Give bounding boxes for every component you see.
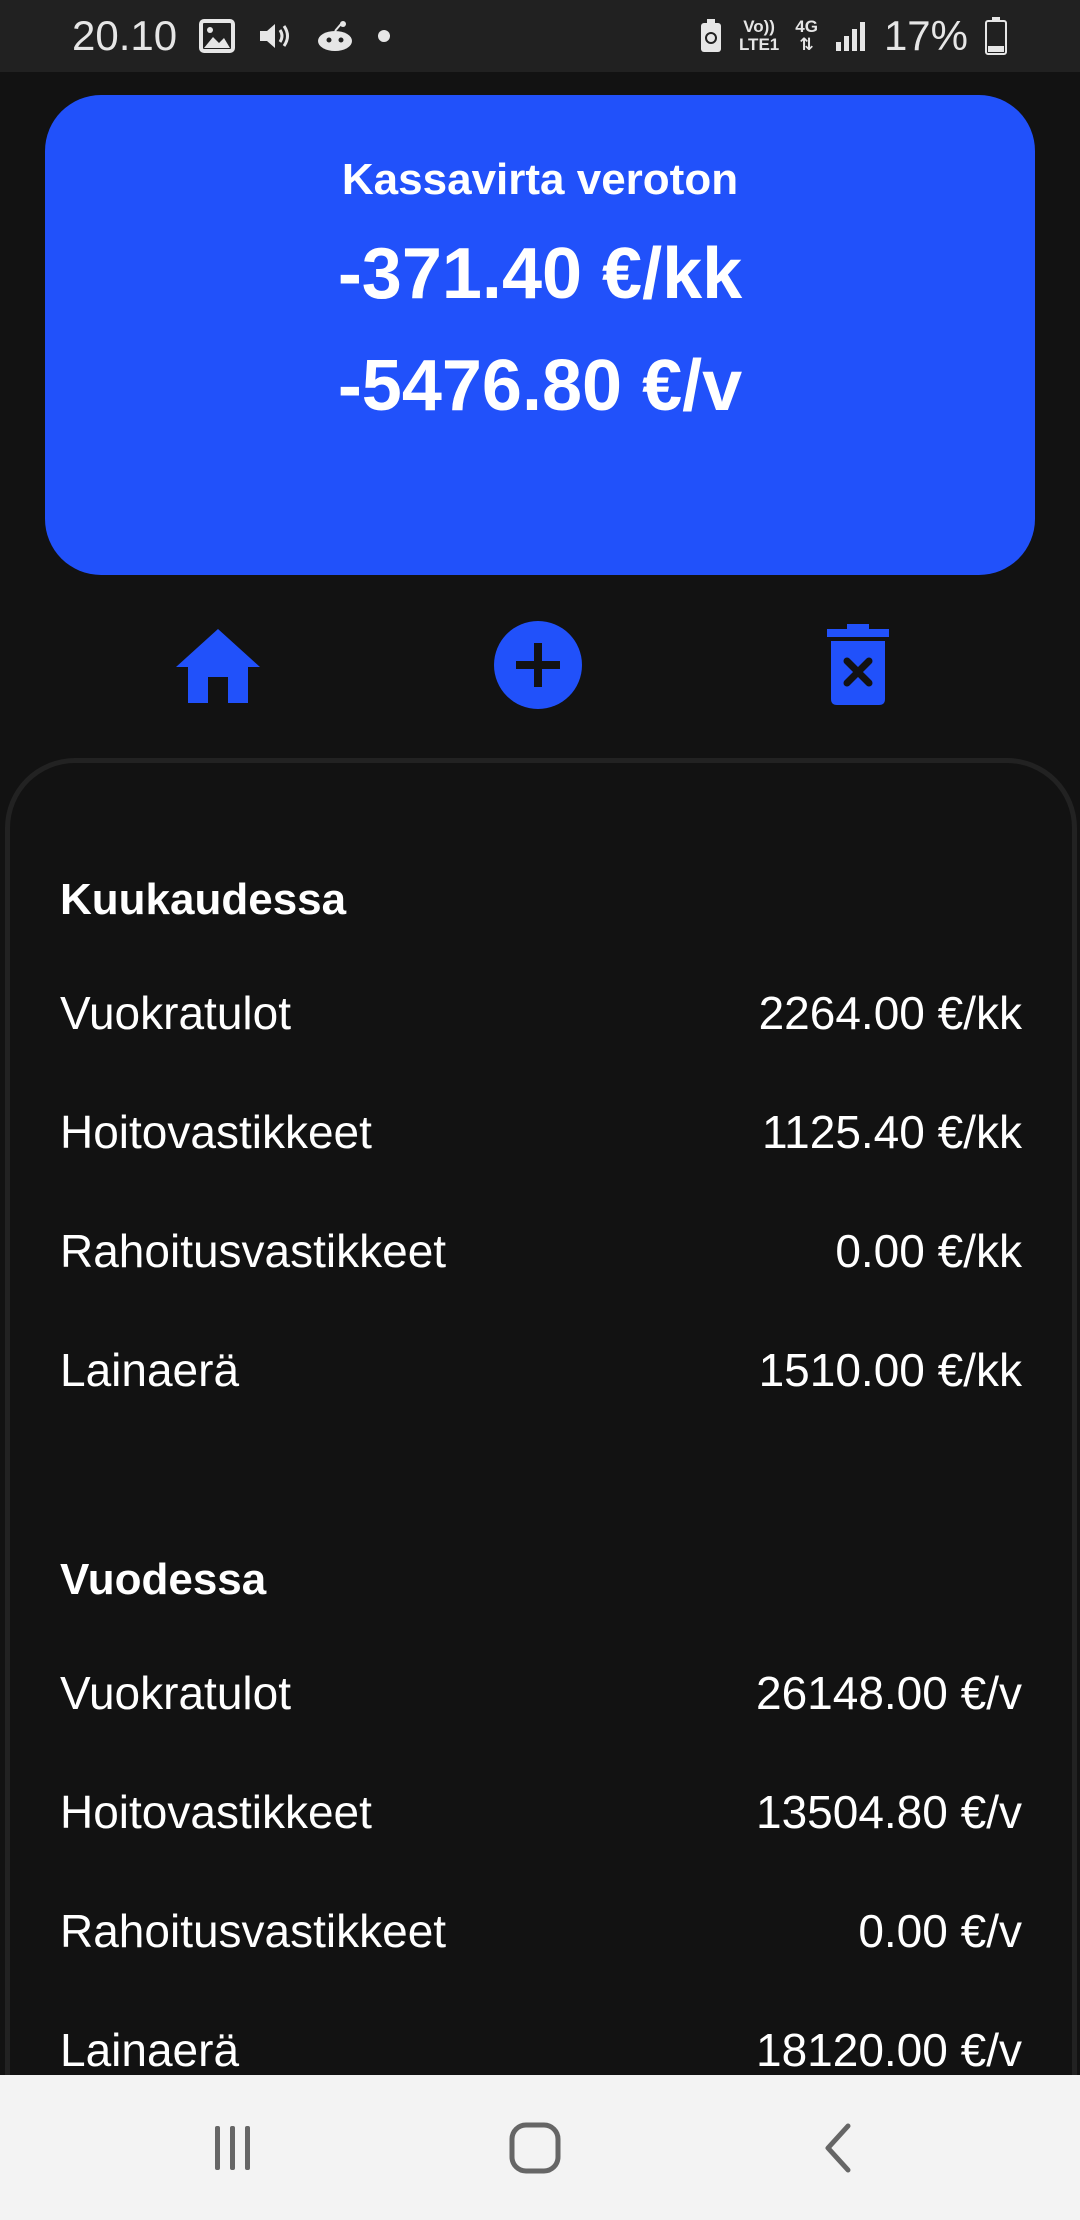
home-button-icon bbox=[509, 2122, 561, 2173]
battery-percent: 17% bbox=[883, 12, 968, 59]
row-value: 0.00 €/v bbox=[858, 1905, 1022, 1957]
yearly-row: Rahoitusvastikkeet 0.00 €/v bbox=[60, 1901, 1022, 1961]
delete-button[interactable] bbox=[803, 610, 913, 720]
system-home-button[interactable] bbox=[435, 2075, 635, 2220]
recent-apps-button[interactable] bbox=[133, 2075, 333, 2220]
summary-title: Kassavirta veroton bbox=[341, 155, 739, 204]
cashflow-summary-card: Kassavirta veroton -371.40 €/kk -5476.80… bbox=[45, 95, 1035, 575]
network-type-label: 4G bbox=[795, 17, 818, 36]
clock: 20.10 bbox=[72, 12, 178, 59]
delete-icon bbox=[827, 624, 889, 705]
network-type-indicator: 4G ⇅ bbox=[795, 17, 818, 54]
yearly-row: Lainaerä 18120.00 €/v bbox=[60, 2020, 1022, 2080]
status-bar: 20.10 Vo)) LTE1 4G ⇅ 17% bbox=[0, 0, 1080, 72]
yearly-heading: Vuodessa bbox=[60, 1555, 267, 1604]
row-value: 26148.00 €/v bbox=[755, 1667, 1022, 1719]
row-value: 13504.80 €/v bbox=[755, 1786, 1022, 1838]
back-button[interactable] bbox=[738, 2075, 938, 2220]
row-label: Vuokratulot bbox=[60, 987, 291, 1039]
volte-label: Vo)) bbox=[743, 17, 775, 36]
home-button[interactable] bbox=[163, 610, 273, 720]
row-label: Vuokratulot bbox=[60, 1667, 291, 1719]
home-icon bbox=[176, 629, 260, 703]
back-icon bbox=[825, 2123, 851, 2172]
details-panel: Kuukaudessa Vuokratulot 2264.00 €/kk Hoi… bbox=[5, 758, 1077, 2158]
battery-icon bbox=[984, 16, 1008, 56]
row-value: 18120.00 €/v bbox=[755, 2024, 1022, 2076]
action-bar bbox=[0, 610, 1080, 720]
volte-indicator: Vo)) LTE1 bbox=[739, 18, 779, 54]
status-left: 20.10 bbox=[72, 12, 391, 60]
add-circle-icon bbox=[494, 621, 582, 709]
monthly-row: Hoitovastikkeet 1125.40 €/kk bbox=[60, 1102, 1022, 1162]
row-value: 1510.00 €/kk bbox=[758, 1344, 1022, 1396]
monthly-row: Rahoitusvastikkeet 0.00 €/kk bbox=[60, 1221, 1022, 1281]
recent-apps-icon bbox=[215, 2125, 250, 2170]
notification-dot-icon bbox=[377, 29, 391, 43]
monthly-row: Lainaerä 1510.00 €/kk bbox=[60, 1340, 1022, 1400]
signal-icon bbox=[834, 20, 868, 52]
monthly-cashflow: -371.40 €/kk bbox=[337, 234, 743, 314]
row-label: Rahoitusvastikkeet bbox=[60, 1905, 447, 1957]
row-label: Lainaerä bbox=[60, 1344, 240, 1396]
add-button[interactable] bbox=[483, 610, 593, 720]
row-label: Rahoitusvastikkeet bbox=[60, 1225, 447, 1277]
system-nav-bar bbox=[0, 2075, 1080, 2220]
row-value: 0.00 €/kk bbox=[835, 1225, 1022, 1277]
status-right: Vo)) LTE1 4G ⇅ 17% bbox=[699, 12, 1008, 60]
row-value: 2264.00 €/kk bbox=[758, 987, 1022, 1039]
row-label: Hoitovastikkeet bbox=[60, 1786, 372, 1838]
image-icon bbox=[199, 19, 236, 53]
monthly-heading: Kuukaudessa bbox=[60, 875, 347, 924]
volume-icon bbox=[257, 19, 293, 53]
row-value: 1125.40 €/kk bbox=[761, 1106, 1022, 1158]
yearly-row: Hoitovastikkeet 13504.80 €/v bbox=[60, 1782, 1022, 1842]
row-label: Lainaerä bbox=[60, 2024, 240, 2076]
data-saver-icon bbox=[699, 18, 723, 54]
row-label: Hoitovastikkeet bbox=[60, 1106, 372, 1158]
yearly-row: Vuokratulot 26148.00 €/v bbox=[60, 1663, 1022, 1723]
reddit-icon bbox=[315, 19, 355, 53]
lte-label: LTE1 bbox=[738, 35, 780, 54]
yearly-cashflow: -5476.80 €/v bbox=[337, 346, 743, 426]
monthly-row: Vuokratulot 2264.00 €/kk bbox=[60, 983, 1022, 1043]
